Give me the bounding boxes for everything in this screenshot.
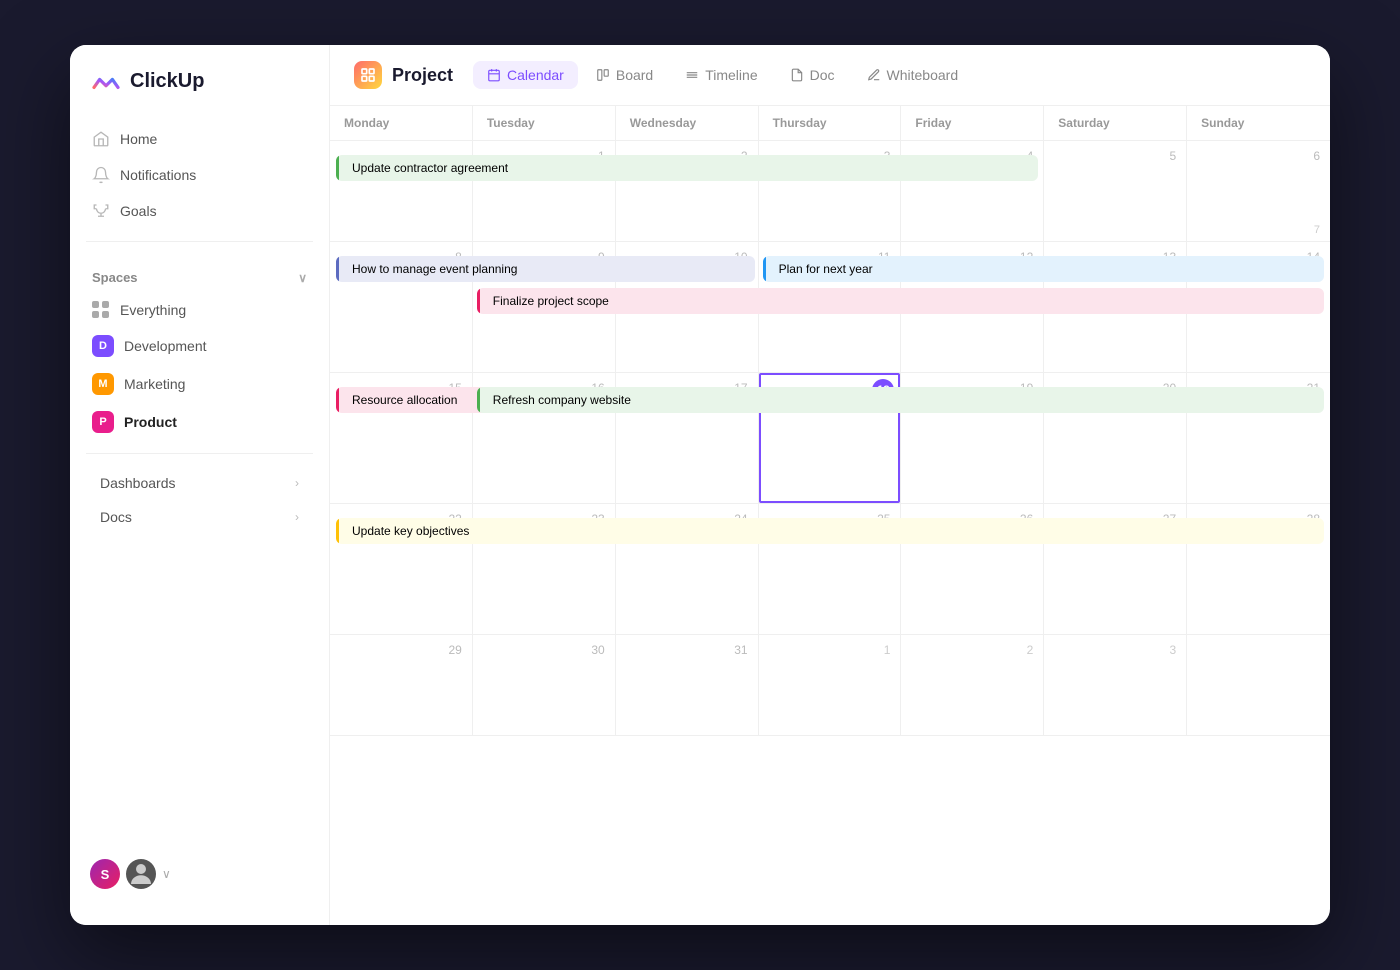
nav-home[interactable]: Home bbox=[78, 121, 321, 157]
trophy-icon bbox=[92, 202, 110, 220]
product-badge: P bbox=[92, 411, 114, 433]
week-row-4: 29 30 31 1 2 3 bbox=[330, 635, 1330, 736]
project-title: Project bbox=[392, 65, 453, 86]
board-tab-icon bbox=[596, 68, 610, 82]
nav-goals[interactable]: Goals bbox=[78, 193, 321, 229]
development-badge: D bbox=[92, 335, 114, 357]
cal-cell-fri5[interactable]: 2 bbox=[901, 635, 1044, 735]
calendar-tab-icon bbox=[487, 68, 501, 82]
whiteboard-tab-icon bbox=[867, 68, 881, 82]
cal-cell-sun1[interactable]: 6 bbox=[1187, 141, 1330, 241]
tab-doc[interactable]: Doc bbox=[776, 61, 849, 89]
logo-text: ClickUp bbox=[130, 70, 204, 93]
doc-tab-icon bbox=[790, 68, 804, 82]
week-row-1: How to manage event planning Plan for ne… bbox=[330, 242, 1330, 373]
day-header-friday: Friday bbox=[901, 106, 1044, 140]
day-header-wednesday: Wednesday bbox=[616, 106, 759, 140]
day-header-saturday: Saturday bbox=[1044, 106, 1187, 140]
cal-cell-wed5[interactable]: 31 bbox=[616, 635, 759, 735]
cal-cell-sat5[interactable]: 3 bbox=[1044, 635, 1187, 735]
event-key-objectives[interactable]: Update key objectives bbox=[336, 518, 1324, 544]
calendar-day-headers: Monday Tuesday Wednesday Thursday Friday… bbox=[330, 106, 1330, 141]
top-bar: Project Calendar Board Timeline Doc Whit… bbox=[330, 45, 1330, 106]
dashboards-arrow: › bbox=[295, 476, 299, 490]
nav-docs[interactable]: Docs › bbox=[78, 500, 321, 534]
avatar-user[interactable] bbox=[126, 859, 156, 889]
cal-cell-sat1[interactable]: 5 bbox=[1044, 141, 1187, 241]
event-refresh-website[interactable]: Refresh company website bbox=[477, 387, 1324, 413]
nav-notifications[interactable]: Notifications bbox=[78, 157, 321, 193]
week-row-2: Resource allocation Refresh company webs… bbox=[330, 373, 1330, 504]
timeline-tab-icon bbox=[685, 68, 699, 82]
cal-cell-mon5[interactable]: 29 bbox=[330, 635, 473, 735]
docs-arrow: › bbox=[295, 510, 299, 524]
spaces-nav: Everything D Development M Marketing P P… bbox=[70, 293, 329, 441]
calendar-container[interactable]: Monday Tuesday Wednesday Thursday Friday… bbox=[330, 106, 1330, 925]
tab-timeline[interactable]: Timeline bbox=[671, 61, 771, 89]
avatar-dropdown[interactable]: ∨ bbox=[162, 867, 171, 881]
space-development[interactable]: D Development bbox=[78, 327, 321, 365]
tab-whiteboard[interactable]: Whiteboard bbox=[853, 61, 973, 89]
day-header-tuesday: Tuesday bbox=[473, 106, 616, 140]
space-product[interactable]: P Product bbox=[78, 403, 321, 441]
main-nav: Home Notifications Goals bbox=[70, 121, 329, 229]
space-everything[interactable]: Everything bbox=[78, 293, 321, 327]
spaces-chevron[interactable]: ∨ bbox=[298, 271, 307, 285]
logo-area: ClickUp bbox=[70, 65, 329, 121]
week-cells-4: 29 30 31 1 2 3 bbox=[330, 635, 1330, 736]
day-header-monday: Monday bbox=[330, 106, 473, 140]
week-row-0: Update contractor agreement 1 2 bbox=[330, 141, 1330, 242]
cal-cell-thu5[interactable]: 1 bbox=[759, 635, 902, 735]
marketing-badge: M bbox=[92, 373, 114, 395]
main-content: Project Calendar Board Timeline Doc Whit… bbox=[330, 45, 1330, 925]
cal-cell-sun5[interactable] bbox=[1187, 635, 1330, 735]
bell-icon bbox=[92, 166, 110, 184]
day-header-sunday: Sunday bbox=[1187, 106, 1330, 140]
avatar-s[interactable]: S bbox=[90, 859, 120, 889]
sidebar: ClickUp Home Notifications bbox=[70, 45, 330, 925]
event-plan-next-year[interactable]: Plan for next year bbox=[763, 256, 1324, 282]
everything-icon bbox=[92, 301, 110, 319]
home-icon bbox=[92, 130, 110, 148]
event-finalize-scope[interactable]: Finalize project scope bbox=[477, 288, 1324, 314]
project-title-area: Project bbox=[354, 61, 453, 89]
clickup-logo-icon bbox=[90, 65, 122, 97]
space-marketing[interactable]: M Marketing bbox=[78, 365, 321, 403]
sidebar-footer: S ∨ bbox=[70, 843, 329, 905]
tab-calendar[interactable]: Calendar bbox=[473, 61, 578, 89]
event-contractor-agreement[interactable]: Update contractor agreement bbox=[336, 155, 1038, 181]
day-header-thursday: Thursday bbox=[759, 106, 902, 140]
tab-board[interactable]: Board bbox=[582, 61, 667, 89]
spaces-header: Spaces ∨ bbox=[70, 254, 329, 293]
project-icon bbox=[354, 61, 382, 89]
week-row-3: Update key objectives 22 23 24 25 bbox=[330, 504, 1330, 635]
cal-cell-tue5[interactable]: 30 bbox=[473, 635, 616, 735]
nav-dashboards[interactable]: Dashboards › bbox=[78, 466, 321, 500]
event-event-planning[interactable]: How to manage event planning bbox=[336, 256, 755, 282]
